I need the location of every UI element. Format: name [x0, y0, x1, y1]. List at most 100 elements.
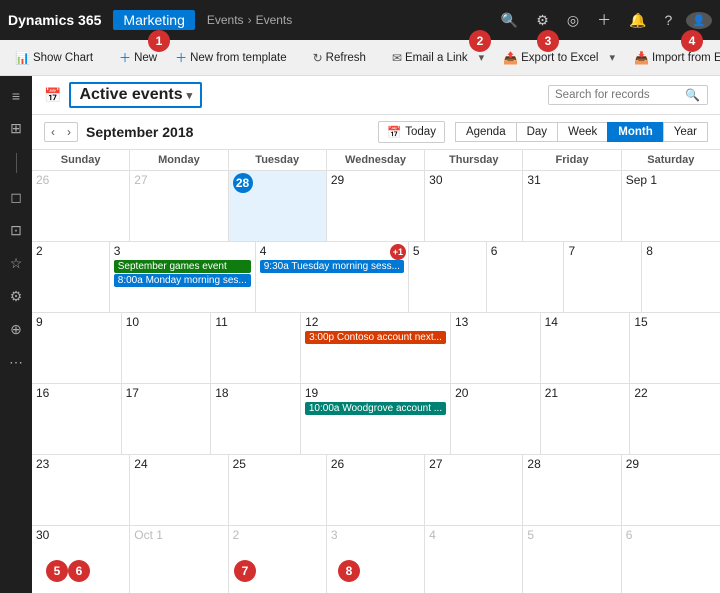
cal-cell-w1d5[interactable]: 7	[564, 242, 642, 312]
event-w2d3-0[interactable]: 3:00p Contoso account next...	[305, 331, 446, 344]
module-name[interactable]: Marketing	[113, 10, 194, 30]
cal-cell-w0d6[interactable]: Sep 1	[622, 171, 720, 241]
breadcrumb-events1[interactable]: Events	[207, 13, 244, 27]
event-w3d3-0[interactable]: 10:00a Woodgrove account ...	[305, 402, 446, 415]
cal-cell-w2d0[interactable]: 9	[32, 313, 122, 383]
cal-date-w2d4: 13	[455, 315, 536, 329]
cal-cell-w3d6[interactable]: 22	[630, 384, 720, 454]
cal-cell-w3d5[interactable]: 21	[541, 384, 631, 454]
search-box: 🔍	[548, 85, 708, 105]
cal-cell-w4d6[interactable]: 29	[622, 455, 720, 525]
cal-cell-w0d5[interactable]: 31	[523, 171, 621, 241]
agenda-tab[interactable]: Agenda	[455, 122, 516, 142]
cal-cell-w2d3[interactable]: 12 3:00p Contoso account next...	[301, 313, 451, 383]
cal-cell-w3d0[interactable]: 16	[32, 384, 122, 454]
cal-cell-w4d1[interactable]: 24	[130, 455, 228, 525]
cal-date-w4d3: 26	[331, 457, 420, 471]
cal-cell-w2d5[interactable]: 14	[541, 313, 631, 383]
cal-cell-w0d2[interactable]: 28	[229, 171, 327, 241]
day-header-wednesday: Wednesday	[327, 150, 425, 170]
cal-cell-w4d4[interactable]: 27	[425, 455, 523, 525]
email-link-button[interactable]: ✉ Email a Link	[385, 48, 475, 68]
import-excel-button[interactable]: 📥 Import from Excel	[627, 48, 720, 68]
prev-month-button[interactable]: ‹	[45, 123, 61, 141]
cal-cell-w1d6[interactable]: 8	[642, 242, 720, 312]
sidebar-menu-icon[interactable]: ≡	[2, 84, 30, 108]
cal-cell-w1d4[interactable]: 6	[487, 242, 565, 312]
sidebar-nav-icon-1[interactable]: ◻	[2, 185, 30, 210]
cal-cell-w3d1[interactable]: 17	[122, 384, 212, 454]
new-from-template-button[interactable]: ＋ New from template	[168, 46, 294, 69]
cal-date-w5d0: 30	[36, 528, 125, 542]
search-icon[interactable]: 🔍	[685, 88, 700, 102]
cal-cell-w2d4[interactable]: 13	[451, 313, 541, 383]
more-events-w1d2[interactable]: +1	[390, 244, 406, 260]
cal-cell-w4d3[interactable]: 26	[327, 455, 425, 525]
cal-cell-w0d1[interactable]: 27	[130, 171, 228, 241]
refresh-button[interactable]: ↻ Refresh	[306, 48, 373, 68]
cal-cell-w3d2[interactable]: 18	[211, 384, 301, 454]
sidebar-nav-icon-4[interactable]: ⚙	[2, 284, 30, 309]
event-w1d1-0[interactable]: September games event	[114, 260, 251, 273]
day-tab[interactable]: Day	[516, 122, 557, 142]
cal-cell-w2d1[interactable]: 10	[122, 313, 212, 383]
location-nav-icon[interactable]: ◎	[563, 10, 583, 31]
cal-cell-w4d0[interactable]: 23	[32, 455, 130, 525]
breadcrumb-events2[interactable]: Events	[256, 13, 293, 27]
question-nav-icon[interactable]: ?	[661, 10, 677, 30]
cal-cell-w3d4[interactable]: 20	[451, 384, 541, 454]
search-input[interactable]	[555, 89, 685, 101]
cal-cell-w5d6[interactable]: 6	[622, 526, 720, 593]
cal-cell-w3d3[interactable]: 1910:00a Woodgrove account ...	[301, 384, 451, 454]
settings-nav-icon[interactable]: ⚙	[532, 10, 553, 31]
sidebar-nav-icon-6[interactable]: ⋯	[2, 350, 30, 375]
annotation-2: 2	[469, 30, 491, 52]
week-tab[interactable]: Week	[557, 122, 607, 142]
cal-cell-w0d3[interactable]: 29	[327, 171, 425, 241]
cal-cell-w5d5[interactable]: 5	[523, 526, 621, 593]
cal-cell-w4d2[interactable]: 25	[229, 455, 327, 525]
search-nav-icon[interactable]: 🔍	[497, 10, 522, 31]
cal-date-w1d2: 4	[260, 244, 404, 258]
month-tab[interactable]: Month	[607, 122, 662, 142]
year-tab[interactable]: Year	[663, 122, 708, 142]
sidebar-nav-icon-3[interactable]: ☆	[2, 251, 30, 276]
sidebar-nav-icon-2[interactable]: ⊡	[2, 218, 30, 243]
cal-date-w1d1: 3	[114, 244, 251, 258]
day-header-sunday: Sunday	[32, 150, 130, 170]
show-chart-button[interactable]: 📊 Show Chart	[8, 48, 100, 68]
cal-date-w2d3: 12	[305, 315, 446, 329]
cal-date-w5d4: 4	[429, 528, 518, 542]
user-avatar[interactable]: 👤	[686, 12, 712, 29]
cal-nav-arrows: ‹ ›	[44, 122, 78, 142]
next-month-button[interactable]: ›	[61, 123, 77, 141]
today-button[interactable]: 📅 Today	[378, 121, 445, 143]
sidebar-nav-icon-5[interactable]: ⊕	[2, 317, 30, 342]
email-icon: ✉	[392, 51, 402, 65]
event-w1d2-0[interactable]: 9:30a Tuesday morning sess...	[260, 260, 404, 273]
cal-cell-w5d3[interactable]: 3	[327, 526, 425, 593]
cal-cell-w2d2[interactable]: 11	[211, 313, 301, 383]
cal-cell-w0d4[interactable]: 30	[425, 171, 523, 241]
cal-cell-w2d6[interactable]: 15	[630, 313, 720, 383]
cal-cell-w5d4[interactable]: 4	[425, 526, 523, 593]
new-icon: ＋	[119, 49, 131, 66]
bell-nav-icon[interactable]: 🔔	[625, 10, 650, 31]
cal-week-0: 26 27 28293031Sep 1	[32, 171, 720, 242]
plus-nav-icon[interactable]: ＋	[593, 8, 615, 32]
cal-cell-w1d3[interactable]: 5	[409, 242, 487, 312]
active-events-filter[interactable]: Active events ▾	[69, 82, 202, 108]
sidebar-home-icon[interactable]: ⊞	[2, 116, 30, 141]
cal-cell-w5d1[interactable]: Oct 1	[130, 526, 228, 593]
cal-cell-w1d2[interactable]: 4+19:30a Tuesday morning sess...	[256, 242, 409, 312]
cal-cell-w0d0[interactable]: 26	[32, 171, 130, 241]
cal-date-w5d1: Oct 1	[134, 528, 223, 542]
cal-cell-w1d0[interactable]: 2	[32, 242, 110, 312]
export-dropdown-arrow[interactable]: ▾	[609, 51, 615, 64]
cal-cell-w1d1[interactable]: 3 September games event8:00a Monday morni…	[110, 242, 256, 312]
cal-cell-w4d5[interactable]: 28	[523, 455, 621, 525]
app-name[interactable]: Dynamics 365	[8, 12, 101, 28]
event-w1d1-1[interactable]: 8:00a Monday morning ses...	[114, 274, 251, 287]
cal-date-w0d1: 27	[134, 173, 223, 187]
email-dropdown-arrow[interactable]: ▾	[479, 51, 485, 64]
